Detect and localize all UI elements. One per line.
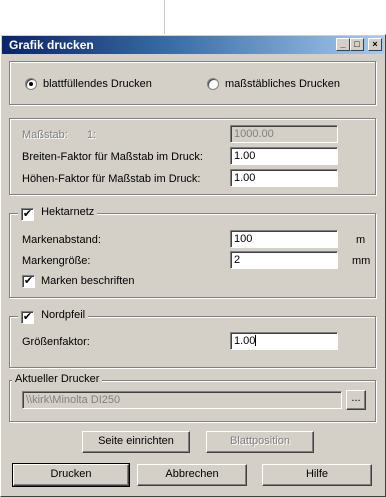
grid-group: ✔ Hektarnetz Markenabstand: 100 m Marken… — [9, 206, 376, 298]
size-factor-label: Größenfaktor: — [22, 336, 90, 348]
printer-input[interactable]: \\kirk\Minolta DI250 — [22, 391, 342, 409]
scale-group: Maßstab: 1: 1000.00 Breiten-Faktor für M… — [9, 118, 376, 195]
size-factor-value: 1.00 — [234, 335, 256, 347]
browse-printer-button[interactable]: ... — [346, 390, 366, 410]
close-button[interactable]: × — [368, 38, 382, 51]
label-marks-label[interactable]: Marken beschriften — [41, 275, 135, 287]
scale-label: Maßstab: — [22, 129, 68, 141]
size-factor-input[interactable]: 1.00 — [230, 332, 338, 350]
printer-group: Aktueller Drucker \\kirk\Minolta DI250 .… — [9, 373, 376, 422]
background-window-strip — [0, 0, 386, 34]
radio-to-scale[interactable] — [207, 78, 219, 90]
print-button[interactable]: Drucken — [12, 463, 130, 487]
divider — [164, 0, 165, 34]
page-position-button[interactable]: Blattposition — [206, 431, 314, 453]
size-label: Markengröße: — [22, 255, 91, 267]
maximize-button[interactable]: □ — [350, 38, 364, 51]
size-unit: mm — [352, 255, 371, 267]
north-arrow-legend: ✔ Nordpfeil — [18, 309, 89, 324]
north-arrow-title[interactable]: Nordpfeil — [41, 309, 85, 321]
label-marks-checkbox[interactable]: ✔ — [22, 275, 35, 288]
scale-input[interactable]: 1000.00 — [230, 125, 338, 143]
north-arrow-checkbox[interactable]: ✔ — [21, 311, 34, 324]
size-input[interactable]: 2 — [230, 251, 338, 269]
north-arrow-group: ✔ Nordpfeil Größenfaktor: 1.00 — [9, 309, 376, 368]
width-factor-label: Breiten-Faktor für Maßstab im Druck: — [22, 151, 203, 163]
height-factor-input[interactable]: 1.00 — [230, 169, 338, 187]
fill-page-label[interactable]: blattfüllendes Drucken — [43, 78, 152, 90]
grid-title[interactable]: Hektarnetz — [41, 206, 94, 218]
width-factor-input[interactable]: 1.00 — [230, 147, 338, 165]
title-bar: Grafik drucken _ □ × — [2, 36, 384, 54]
window-title: Grafik drucken — [9, 38, 94, 52]
height-factor-label: Höhen-Faktor für Maßstab im Druck: — [22, 173, 201, 185]
help-button[interactable]: Hilfe — [262, 464, 372, 486]
to-scale-label[interactable]: maßstäbliches Drucken — [225, 78, 340, 90]
page-setup-button[interactable]: Seite einrichten — [82, 431, 190, 453]
print-mode-group: blattfüllendes Drucken maßstäbliches Dru… — [9, 61, 376, 105]
spacing-unit: m — [356, 234, 366, 246]
spacing-label: Markenabstand: — [22, 234, 101, 246]
grid-legend: ✔ Hektarnetz — [18, 206, 98, 221]
scale-prefix: 1: — [87, 129, 97, 141]
cancel-button[interactable]: Abbrechen — [137, 464, 247, 486]
printer-legend: Aktueller Drucker — [12, 373, 103, 385]
print-dialog: Grafik drucken _ □ × blattfüllendes Druc… — [0, 34, 386, 497]
text-caret — [255, 335, 257, 346]
minimize-button[interactable]: _ — [336, 38, 350, 51]
radio-fill-page[interactable] — [25, 78, 37, 90]
grid-checkbox[interactable]: ✔ — [21, 208, 34, 221]
radio-selected-dot — [29, 82, 33, 86]
spacing-input[interactable]: 100 — [230, 230, 338, 248]
